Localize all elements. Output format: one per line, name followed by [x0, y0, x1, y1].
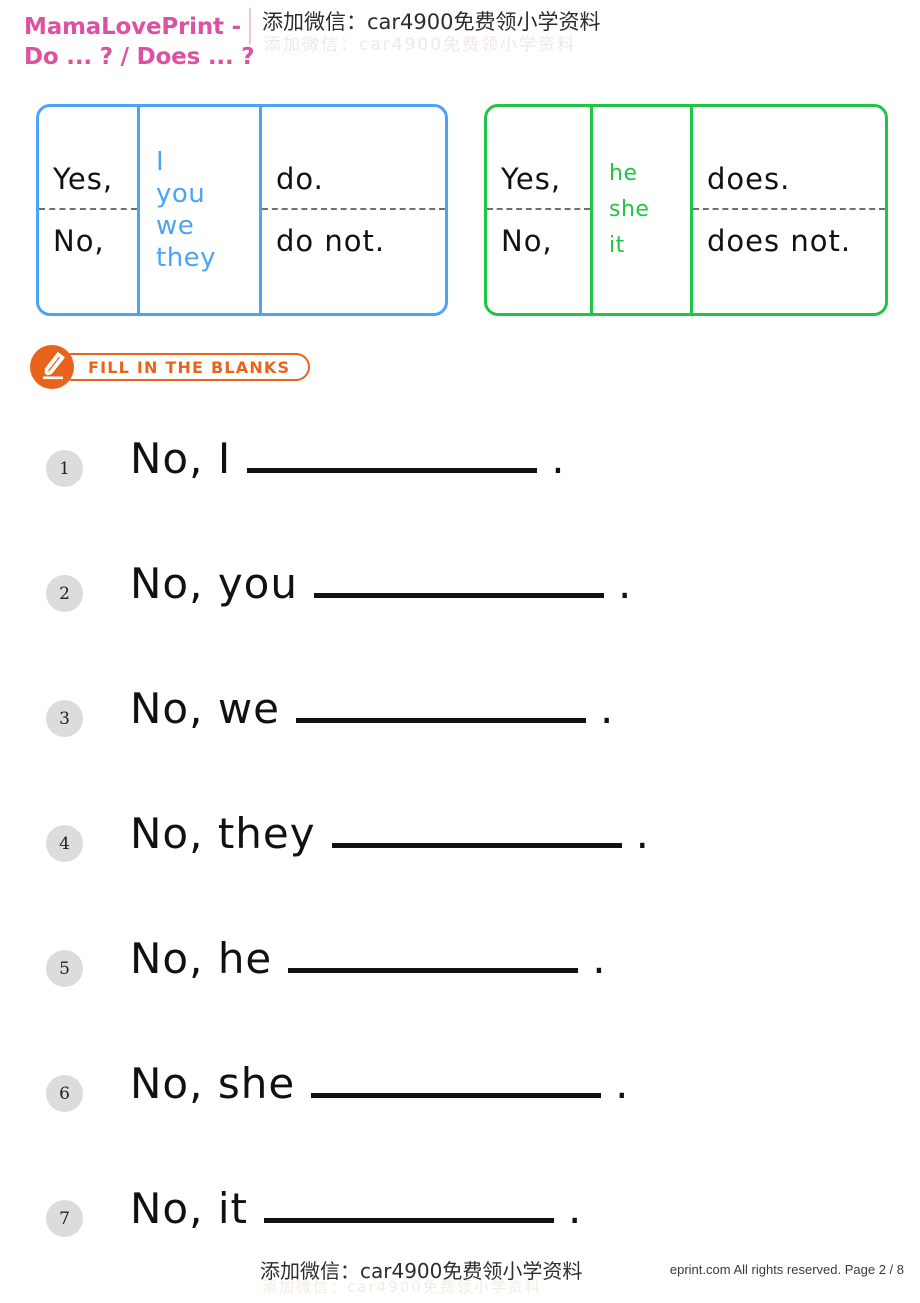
question-content: No, I .	[130, 434, 565, 483]
grammar-lead-yes-does: Yes,	[487, 107, 590, 210]
question-row: 2 No, you .	[0, 553, 920, 678]
question-number: 3	[46, 700, 83, 737]
question-content: No, he .	[130, 934, 606, 983]
answer-blank-input[interactable]	[288, 934, 579, 973]
answer-blank-input[interactable]	[311, 1059, 602, 1098]
question-row: 3 No, we .	[0, 678, 920, 803]
question-number: 5	[46, 950, 83, 987]
question-row: 1 No, I .	[0, 428, 920, 553]
grammar-answer-affirmative-do: do.	[262, 107, 445, 210]
question-number: 7	[46, 1200, 83, 1237]
pronoun-stack-does: he she it	[593, 107, 690, 313]
grammar-col-pronouns-does: he she it	[590, 107, 690, 313]
watermark-text-top: 添加微信：car4900免费领小学资料	[262, 10, 601, 34]
pronoun-item: they	[156, 243, 217, 273]
pencil-icon	[30, 345, 74, 389]
question-punctuation: .	[567, 1184, 582, 1233]
pronoun-item: you	[156, 179, 206, 209]
grammar-col-answer-do: do. do not.	[259, 107, 445, 313]
question-punctuation: .	[618, 559, 632, 608]
question-content: No, we .	[130, 684, 613, 733]
badge-label: FILL IN THE BLANKS	[88, 357, 291, 377]
grammar-box-do: Yes, No, I you we they do. do not.	[36, 104, 448, 316]
question-punctuation: .	[600, 684, 614, 733]
question-stem: No, they	[130, 809, 316, 858]
question-number: 4	[46, 825, 83, 862]
question-number: 6	[46, 1075, 83, 1112]
grammar-answer-negative-do: do not.	[276, 224, 386, 258]
question-stem: No, it	[130, 1184, 248, 1233]
watermark-text-bottom: 添加微信：car4900免费领小学资料	[260, 1259, 583, 1283]
grammar-col-lead-does: Yes, No,	[487, 107, 590, 313]
page-footer: eprint.com All rights reserved. Page 2 /…	[0, 1254, 920, 1296]
section-badge-fill-in-the-blanks: FILL IN THE BLANKS	[30, 345, 311, 389]
question-stem: No, we	[130, 684, 281, 733]
grammar-answer-affirmative-does: does.	[693, 107, 885, 210]
question-stem: No, I	[130, 434, 232, 483]
answer-blank-input[interactable]	[263, 1184, 554, 1223]
grammar-answer-negative-does: does not.	[707, 224, 852, 258]
grammar-lead-no-do: No,	[53, 224, 105, 258]
pronoun-stack-do: I you we they	[140, 107, 259, 313]
question-number: 1	[46, 450, 83, 487]
grammar-lead-yes-do: Yes,	[39, 107, 137, 210]
footer-copyright: eprint.com All rights reserved. Page 2 /…	[669, 1262, 904, 1277]
question-content: No, she .	[130, 1059, 629, 1108]
watermark-overlay-top: 添加微信：car4900免费领小学资料 添加微信：car4900免费领小学资料	[252, 4, 682, 55]
question-row: 4 No, they .	[0, 803, 920, 928]
pronoun-item: I	[156, 147, 165, 177]
badge-pill-outline: FILL IN THE BLANKS	[58, 353, 311, 381]
question-stem: No, he	[130, 934, 273, 983]
answer-blank-input[interactable]	[331, 809, 622, 848]
grammar-col-pronouns-do: I you we they	[137, 107, 259, 313]
question-number: 2	[46, 575, 83, 612]
answer-blank-input[interactable]	[296, 684, 587, 723]
grammar-col-lead-do: Yes, No,	[39, 107, 137, 313]
pronoun-item: we	[156, 211, 195, 241]
pronoun-item: he	[609, 161, 638, 186]
answer-blank-input[interactable]	[247, 434, 538, 473]
grammar-reference-boxes: Yes, No, I you we they do. do not. Yes, …	[0, 104, 920, 319]
grammar-box-does: Yes, No, he she it does. does not.	[484, 104, 888, 316]
grammar-lead-no-does: No,	[501, 224, 553, 258]
watermark-overlay-bottom: 添加微信：car4900免费领小学资料 添加微信：car4900免费领小学资料	[252, 1254, 662, 1296]
question-stem: No, you	[130, 559, 298, 608]
pronoun-item: she	[609, 197, 650, 222]
title-occlusion-edge	[249, 8, 251, 44]
pronoun-item: it	[609, 233, 625, 258]
question-row: 6 No, she .	[0, 1053, 920, 1178]
question-punctuation: .	[635, 809, 649, 858]
question-content: No, it .	[130, 1184, 581, 1233]
fill-in-the-blanks-list: 1 No, I . 2 No, you . 3 No, we . 4 No, t…	[0, 428, 920, 1303]
question-content: No, you .	[130, 559, 631, 608]
question-punctuation: .	[615, 1059, 629, 1108]
grammar-col-answer-does: does. does not.	[690, 107, 885, 313]
question-stem: No, she	[130, 1059, 296, 1108]
answer-blank-input[interactable]	[314, 559, 604, 598]
question-row: 5 No, he .	[0, 928, 920, 1053]
question-punctuation: .	[551, 434, 565, 483]
question-punctuation: .	[592, 934, 606, 983]
question-content: No, they .	[130, 809, 649, 858]
